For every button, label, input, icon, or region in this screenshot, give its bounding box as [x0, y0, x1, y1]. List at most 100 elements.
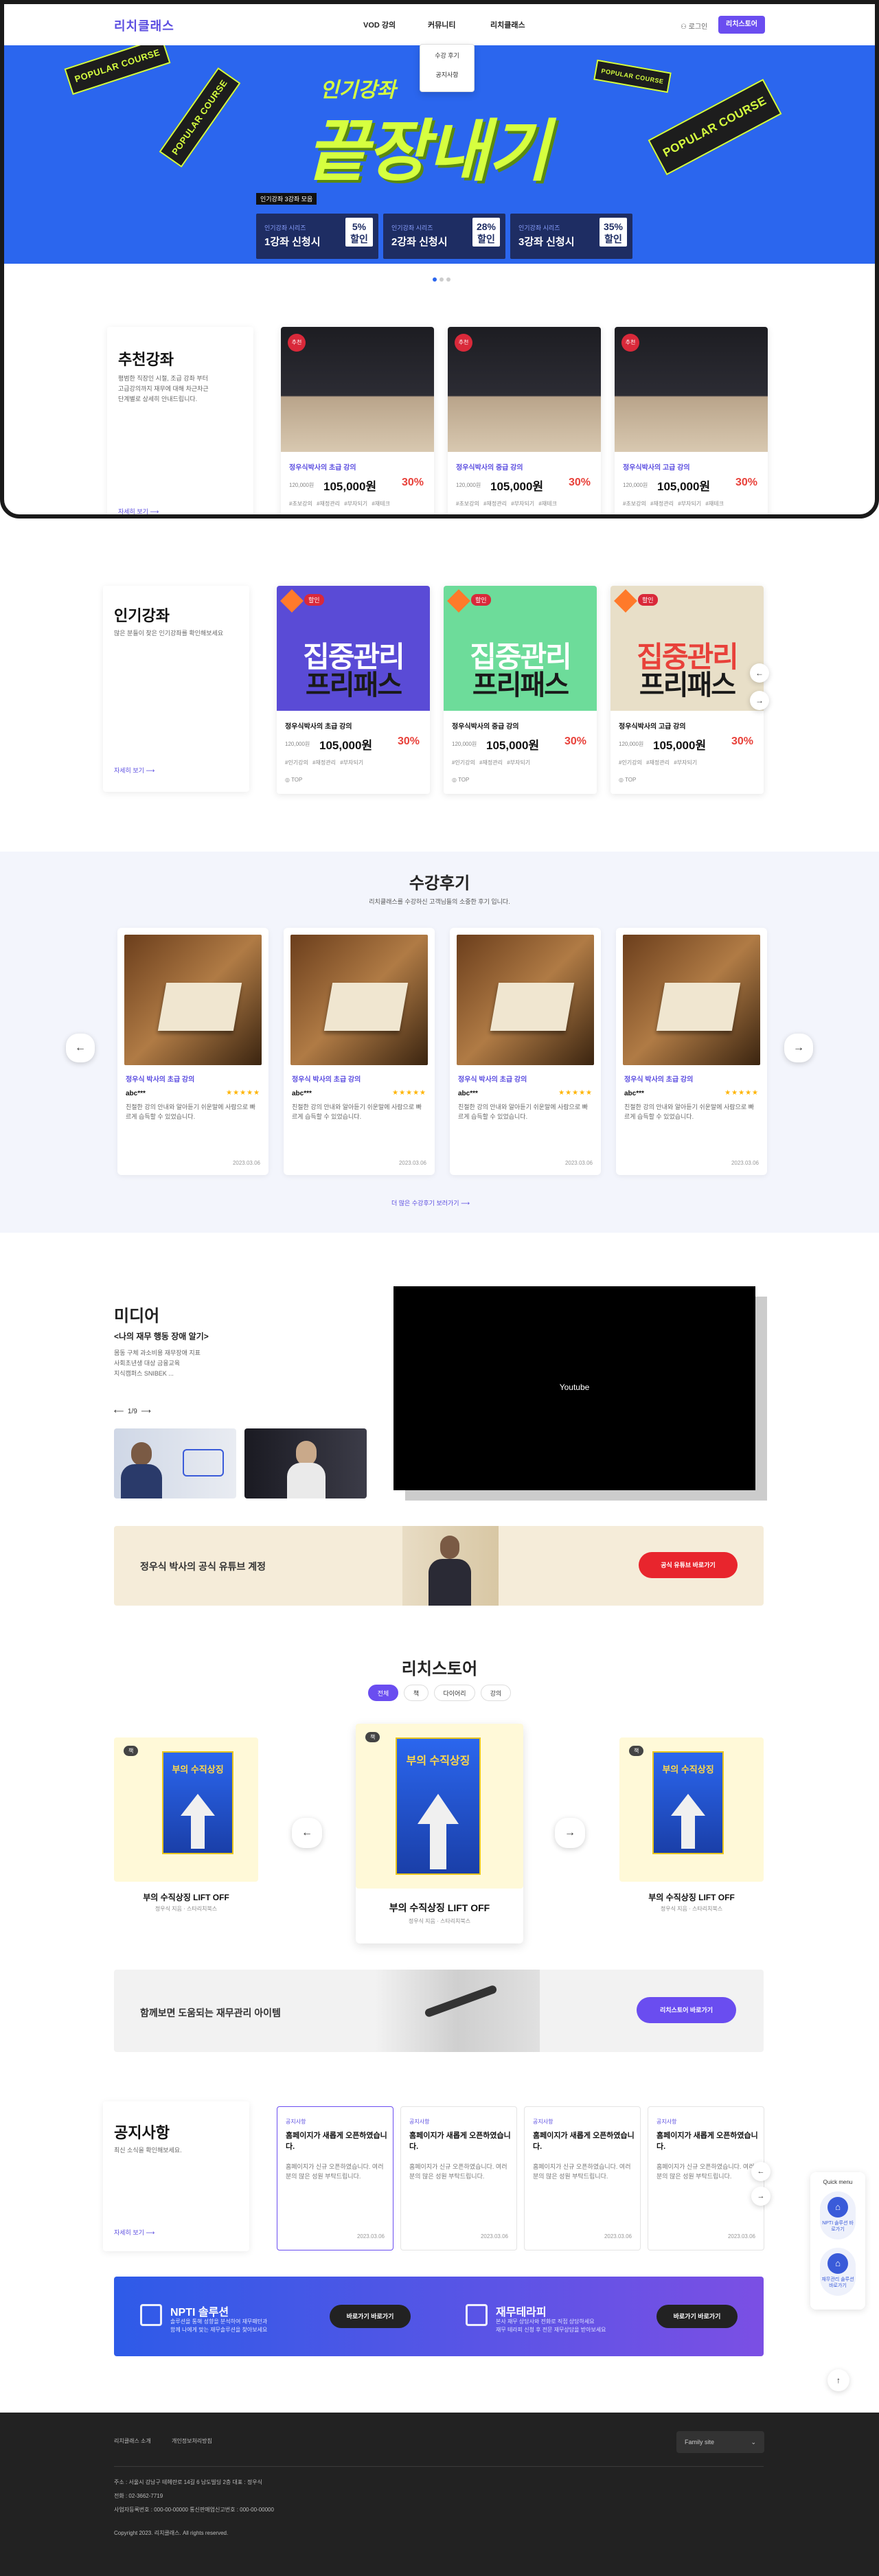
tab-lecture[interactable]: 강의	[481, 1685, 511, 1701]
more-link[interactable]: 자세히 보기 ⟶	[118, 507, 159, 514]
popular-course-ribbon: POPULAR COURSE	[64, 45, 171, 95]
nav-community[interactable]: 커뮤니티	[428, 19, 455, 30]
review-card[interactable]: 정우식 박사의 초급 강의 abc*** ★★★★★ 친절한 강의 안내와 알아…	[284, 928, 435, 1175]
family-site-select[interactable]: Family site ⌄	[676, 2431, 764, 2453]
media-pager: ⟵ 1/9 ⟶	[114, 1408, 151, 1415]
site-logo[interactable]: 리치클래스	[114, 16, 174, 34]
more-reviews-link[interactable]: 더 많은 수강후기 보러가기 ⟶	[391, 1198, 470, 1207]
youtube-channel-banner: 정우식 박사의 공식 유튜브 계정 공식 유튜브 바로가기	[114, 1526, 764, 1606]
course-image: 할인 집중관리 프리패스	[610, 586, 764, 711]
nav-richclass[interactable]: 리치클래스	[490, 19, 525, 30]
section-title: 리치스토어	[401, 1660, 478, 1678]
promo-banner: NPTI 솔루션 솔루션을 통해 성향을 분석하여 재무패턴과 함께 나에게 맞는…	[114, 2277, 764, 2356]
offer-card[interactable]: 인기강좌 시리즈 1강좌 신청시 5% 할인	[256, 214, 378, 259]
therapy-button[interactable]: 바로가기 바로가기	[657, 2305, 738, 2328]
section-title: 공지사항	[114, 2124, 170, 2141]
recommend-intro: 추천강좌 평범한 직장인 시절, 조급 강좌 부터 고급강의까지 재무에 대해 차…	[107, 327, 253, 514]
notice-card[interactable]: 공지사항 홈페이지가 새롭게 오픈하였습니다. 홈페이지가 신규 오픈하였습니다. …	[648, 2106, 764, 2250]
next-arrow-icon[interactable]: →	[750, 691, 769, 710]
book-cover: 부의 수직상징	[396, 1737, 481, 1875]
course-image: 할인 집중관리 프리패스	[277, 586, 430, 711]
media-thumbnail[interactable]	[244, 1428, 367, 1498]
community-dropdown: 수강 후기 공지사항	[420, 44, 475, 92]
prev-arrow-icon[interactable]: ←	[66, 1034, 95, 1062]
login-link[interactable]: ⚇ 로그인	[681, 21, 707, 31]
quick-finance[interactable]: ⌂ 재무관리 솔루션 바로가기	[820, 2248, 856, 2296]
notice-card[interactable]: 공지사항 홈페이지가 새롭게 오픈하였습니다. 홈페이지가 신규 오픈하였습니다. …	[400, 2106, 517, 2250]
more-link[interactable]: 자세히 보기 ⟶	[114, 766, 155, 775]
site-header: 리치클래스 VOD 강의 커뮤니티 리치클래스 ⚇ 로그인 리치스토어	[4, 4, 875, 45]
book-cover: 부의 수직상징	[652, 1751, 724, 1854]
review-card[interactable]: 정우식 박사의 초급 강의 abc*** ★★★★★ 친절한 강의 안내와 알아…	[616, 928, 767, 1175]
recommend-badge: 추천	[455, 334, 472, 352]
youtube-player[interactable]: Youtube	[393, 1286, 755, 1490]
section-desc: 많은 분들이 찾은 인기강좌를 확인해보세요	[114, 630, 224, 637]
dropdown-item-reviews[interactable]: 수강 후기	[420, 45, 474, 64]
hero-title: 끝장내기	[306, 113, 550, 189]
footer-link-privacy[interactable]: 개인정보처리방침	[172, 2437, 212, 2445]
prev-arrow-icon[interactable]: ←	[292, 1818, 322, 1848]
notice-card[interactable]: 공지사항 홈페이지가 새롭게 오픈하였습니다. 홈페이지가 신규 오픈하였습니다. …	[277, 2106, 393, 2250]
next-arrow-icon[interactable]: →	[751, 2187, 770, 2206]
recommend-badge: 추천	[621, 334, 639, 352]
section-desc: 최신 소식을 확인해보세요.	[114, 2147, 182, 2154]
finance-icon	[466, 2304, 488, 2326]
book-card[interactable]: 책 부의 수직상징	[114, 1737, 258, 1882]
popular-card[interactable]: 할인 집중관리 프리패스 정우식박사의 초급 강의 120,000원 105,0…	[277, 586, 430, 794]
book-card[interactable]: 책 부의 수직상징	[619, 1737, 764, 1882]
page-root: 리치클래스 VOD 강의 커뮤니티 리치클래스 ⚇ 로그인 리치스토어 POPU…	[0, 0, 879, 2576]
prev-arrow-icon[interactable]: ←	[750, 663, 769, 683]
review-image	[124, 935, 262, 1065]
section-title: 수강후기	[409, 874, 470, 893]
help-photo	[375, 1970, 540, 2052]
discount-badge: 5% 할인	[345, 218, 373, 247]
course-card[interactable]: 추천 정우식박사의 고급 강의 120,000원 105,000원 30% #초…	[615, 327, 768, 514]
media-thumbnail[interactable]	[114, 1428, 236, 1498]
more-link[interactable]: 자세히 보기 ⟶	[114, 2228, 155, 2237]
star-rating: ★★★★★	[226, 1089, 260, 1097]
discount-badge: 28% 할인	[472, 218, 500, 247]
book-cover: 부의 수직상징	[162, 1751, 233, 1854]
footer-link-about[interactable]: 리치클래스 소개	[114, 2437, 151, 2445]
scroll-top-icon[interactable]: ↑	[827, 2369, 849, 2391]
hero-tag: 인기강좌 3강좌 모음	[256, 193, 317, 205]
carousel-dot[interactable]	[440, 277, 444, 282]
richstore-link-button[interactable]: 리치스토어 바로가기	[637, 1997, 736, 2023]
richstore-button[interactable]: 리치스토어	[718, 16, 765, 34]
course-card[interactable]: 추천 정우식박사의 초급 강의 120,000원 105,000원 30% #초…	[281, 327, 434, 514]
next-arrow-icon[interactable]: ⟶	[141, 1408, 150, 1415]
offer-card[interactable]: 인기강좌 시리즈 2강좌 신청시 28% 할인	[383, 214, 505, 259]
popular-card[interactable]: 할인 집중관리 프리패스 정우식박사의 고급 강의 120,000원 105,0…	[610, 586, 764, 794]
top-badge: ◎ TOP	[452, 777, 470, 783]
prev-arrow-icon[interactable]: ⟵	[114, 1408, 124, 1415]
site-footer: 리치클래스 소개 개인정보처리방침 Family site ⌄ 주소 : 서울시 …	[0, 2413, 879, 2576]
book-card-featured[interactable]: 책 부의 수직상징 부의 수직상징 LIFT OFF 정우식 지음 · 스타리치…	[356, 1724, 523, 1944]
prev-arrow-icon[interactable]: ←	[751, 2162, 770, 2181]
youtube-channel-button[interactable]: 공식 유튜브 바로가기	[639, 1552, 738, 1578]
reviews-section: 수강후기 리치클래스를 수강하신 고객님들의 소중한 후기 입니다. 정우식 박…	[0, 852, 879, 1233]
section-desc: 평범한 직장인 시절, 조급 강좌 부터 고급강의까지 재무에 대해 차근차근 단계…	[118, 375, 209, 402]
popular-card[interactable]: 할인 집중관리 프리패스 정우식박사의 중급 강의 120,000원 105,0…	[444, 586, 597, 794]
tab-book[interactable]: 책	[404, 1685, 429, 1701]
nav-vod[interactable]: VOD 강의	[363, 19, 396, 30]
store-help-banner: 함께보면 도움되는 재무관리 아이템 리치스토어 바로가기	[114, 1970, 764, 2052]
notice-card[interactable]: 공지사항 홈페이지가 새롭게 오픈하였습니다. 홈페이지가 신규 오픈하였습니다. …	[524, 2106, 641, 2250]
dropdown-item-notice[interactable]: 공지사항	[420, 64, 474, 83]
next-arrow-icon[interactable]: →	[784, 1034, 813, 1062]
section-title: 미디어	[114, 1307, 160, 1325]
tab-diary[interactable]: 다이어리	[434, 1685, 475, 1701]
review-card[interactable]: 정우식 박사의 초급 강의 abc*** ★★★★★ 친절한 강의 안내와 알아…	[450, 928, 601, 1175]
carousel-dot[interactable]	[433, 277, 437, 282]
home-icon: ⌂	[827, 2197, 848, 2218]
offer-card[interactable]: 인기강좌 시리즈 3강좌 신청시 35% 할인	[510, 214, 632, 259]
quick-npti[interactable]: ⌂ NPTI 솔루션 바로가기	[820, 2191, 856, 2239]
section-desc: 리치클래스를 수강하신 고객님들의 소중한 후기 입니다.	[369, 898, 510, 905]
carousel-dot[interactable]	[446, 277, 450, 282]
npti-button[interactable]: 바로가기 바로가기	[330, 2305, 411, 2328]
popular-intro: 인기강좌 많은 분들이 찾은 인기강좌를 확인해보세요 자세히 보기 ⟶	[103, 586, 249, 792]
course-card[interactable]: 추천 정우식박사의 중급 강의 120,000원 105,000원 30% #초…	[448, 327, 601, 514]
tab-all[interactable]: 전체	[368, 1685, 398, 1701]
review-card[interactable]: 정우식 박사의 초급 강의 abc*** ★★★★★ 친절한 강의 안내와 알아…	[117, 928, 269, 1175]
next-arrow-icon[interactable]: →	[555, 1818, 585, 1848]
npti-icon	[140, 2304, 162, 2326]
